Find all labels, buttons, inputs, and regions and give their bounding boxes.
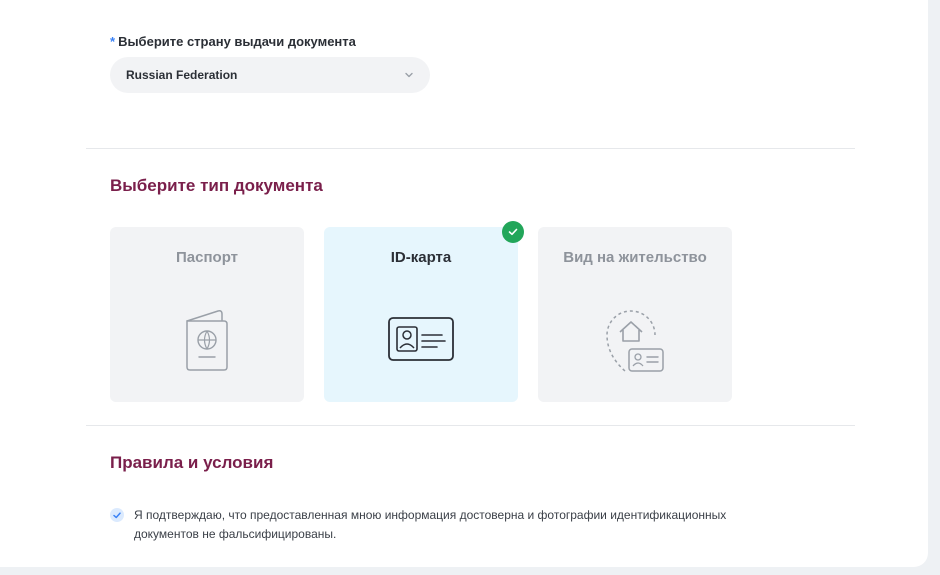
terms-checkbox[interactable] bbox=[110, 508, 124, 522]
doc-option-passport[interactable]: Паспорт bbox=[110, 227, 304, 402]
country-field-label: * Выберите страну выдачи документа bbox=[110, 34, 356, 49]
country-select[interactable]: Russian Federation bbox=[110, 57, 430, 93]
terms-text-line: Я подтверждаю, что предоставленная мною … bbox=[134, 508, 727, 522]
terms-text: Я подтверждаю, что предоставленная мною … bbox=[134, 506, 834, 544]
terms-text-line: документов не фальсифицированы. bbox=[134, 527, 337, 541]
passport-icon bbox=[184, 307, 230, 378]
country-label-text: Выберите страну выдачи документа bbox=[118, 34, 356, 49]
terms-title: Правила и условия bbox=[110, 453, 274, 472]
doc-option-residence-permit[interactable]: Вид на жительство bbox=[538, 227, 732, 402]
section-divider bbox=[86, 425, 855, 426]
chevron-down-icon bbox=[404, 70, 414, 80]
form-card: * Выберите страну выдачи документа Russia… bbox=[0, 0, 928, 567]
selected-check-icon bbox=[502, 221, 524, 243]
id-card-icon bbox=[387, 315, 455, 368]
country-select-value: Russian Federation bbox=[126, 68, 238, 82]
doc-option-label: Вид на жительство bbox=[563, 249, 707, 266]
doc-option-label: Паспорт bbox=[176, 249, 238, 266]
doc-type-title: Выберите тип документа bbox=[110, 176, 323, 195]
residence-permit-icon bbox=[603, 305, 667, 382]
doc-option-label: ID-карта bbox=[390, 249, 452, 266]
doc-option-id-card[interactable]: ID-карта bbox=[324, 227, 518, 402]
required-mark: * bbox=[110, 34, 116, 49]
section-divider bbox=[86, 148, 855, 149]
terms-agreement: Я подтверждаю, что предоставленная мною … bbox=[110, 506, 834, 544]
